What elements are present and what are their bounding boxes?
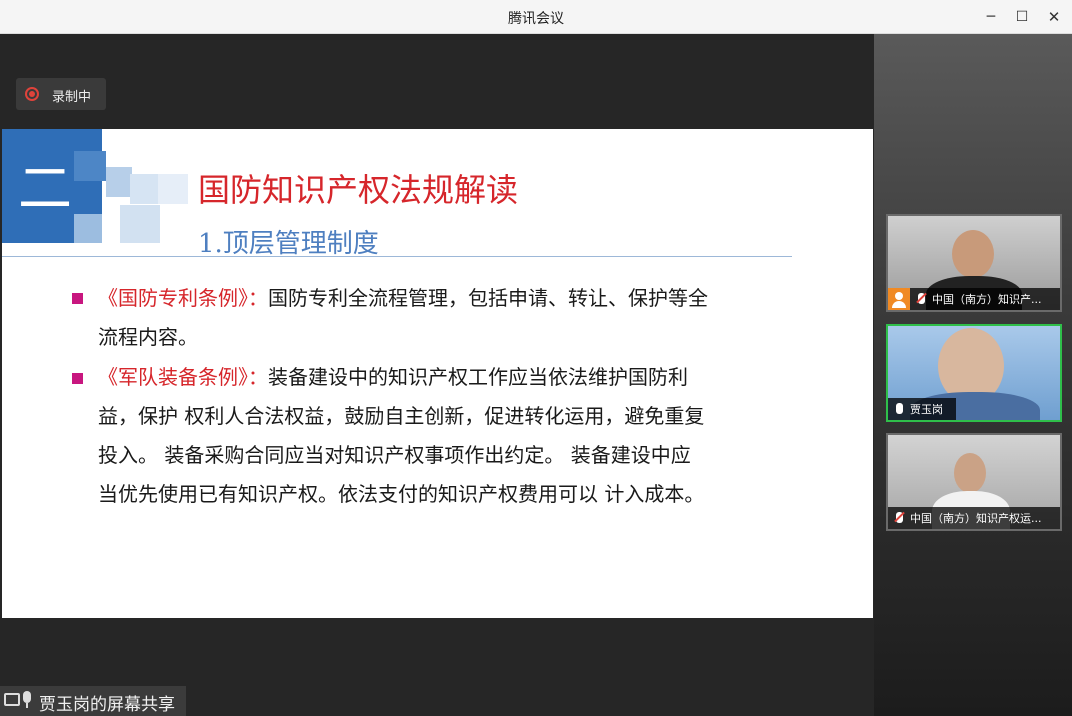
record-icon [25, 87, 39, 101]
participant-panel: 中国（南方）知识产... 贾玉岗 中国（南方）知识产权运... [874, 34, 1072, 716]
slide-decoration-square [120, 205, 160, 243]
participant-video-tile-active-speaker[interactable]: 贾玉岗 [886, 324, 1062, 422]
mic-icon [23, 691, 31, 708]
slide-decoration-square [74, 214, 102, 243]
screen-share-label[interactable]: 贾玉岗的屏幕共享 [0, 686, 186, 716]
mic-icon [896, 403, 903, 414]
participant-namebar: 贾玉岗 [888, 398, 956, 420]
minimize-button[interactable]: ─ [980, 6, 1002, 28]
participant-head [952, 230, 994, 278]
slide-section-number: 二 [18, 157, 72, 220]
paragraph-highlight: 《国防专利条例》： [98, 286, 268, 310]
avatar-icon [888, 288, 910, 310]
participant-name: 中国（南方）知识产权运... [910, 512, 1042, 525]
presentation-slide: 二 国防知识产权法规解读 1.顶层管理制度 《国防专利条例》：国防专利全流程管理… [2, 129, 873, 618]
participant-video-tile[interactable]: 中国（南方）知识产... [886, 214, 1062, 312]
bullet-icon [72, 373, 83, 384]
participant-name: 贾玉岗 [910, 403, 943, 416]
paragraph-highlight: 《军队装备条例》： [98, 365, 268, 389]
screen-share-icon [4, 693, 20, 706]
slide-decoration-square [106, 167, 132, 197]
slide-paragraph: 《军队装备条例》：装备建设中的知识产权工作应当依法维护国防利益，保护 权利人合法… [98, 358, 708, 514]
bullet-icon [72, 293, 83, 304]
maximize-button[interactable]: ☐ [1011, 6, 1033, 28]
recording-label: 录制中 [52, 90, 92, 105]
slide-title: 国防知识产权法规解读 [198, 171, 519, 209]
participant-namebar: 中国（南方）知识产... [888, 288, 1060, 310]
slide-subtitle: 1.顶层管理制度 [198, 229, 379, 259]
shared-screen-stage: 录制中 二 国防知识产权法规解读 1.顶层管理制度 《国防专利条例》：国防专利全… [0, 34, 874, 716]
slide-decoration-square [158, 174, 188, 204]
slide-decoration-square [130, 174, 160, 204]
slide-decoration-square [74, 151, 106, 181]
participant-name: 中国（南方）知识产... [932, 293, 1042, 306]
screen-share-text: 贾玉岗的屏幕共享 [39, 695, 175, 715]
slide-paragraph: 《国防专利条例》：国防专利全流程管理，包括申请、转让、保护等全流程内容。 [98, 279, 708, 357]
mic-muted-icon [896, 512, 903, 523]
window-titlebar: 腾讯会议 ─ ☐ ✕ [0, 0, 1072, 34]
participant-video-tile[interactable]: 中国（南方）知识产权运... [886, 433, 1062, 531]
recording-indicator[interactable]: 录制中 [16, 78, 106, 110]
participant-head [954, 453, 986, 493]
participant-namebar: 中国（南方）知识产权运... [888, 507, 1060, 529]
close-button[interactable]: ✕ [1043, 6, 1065, 28]
slide-divider [2, 256, 792, 257]
window-title: 腾讯会议 [508, 11, 564, 27]
mic-muted-icon [918, 293, 925, 304]
